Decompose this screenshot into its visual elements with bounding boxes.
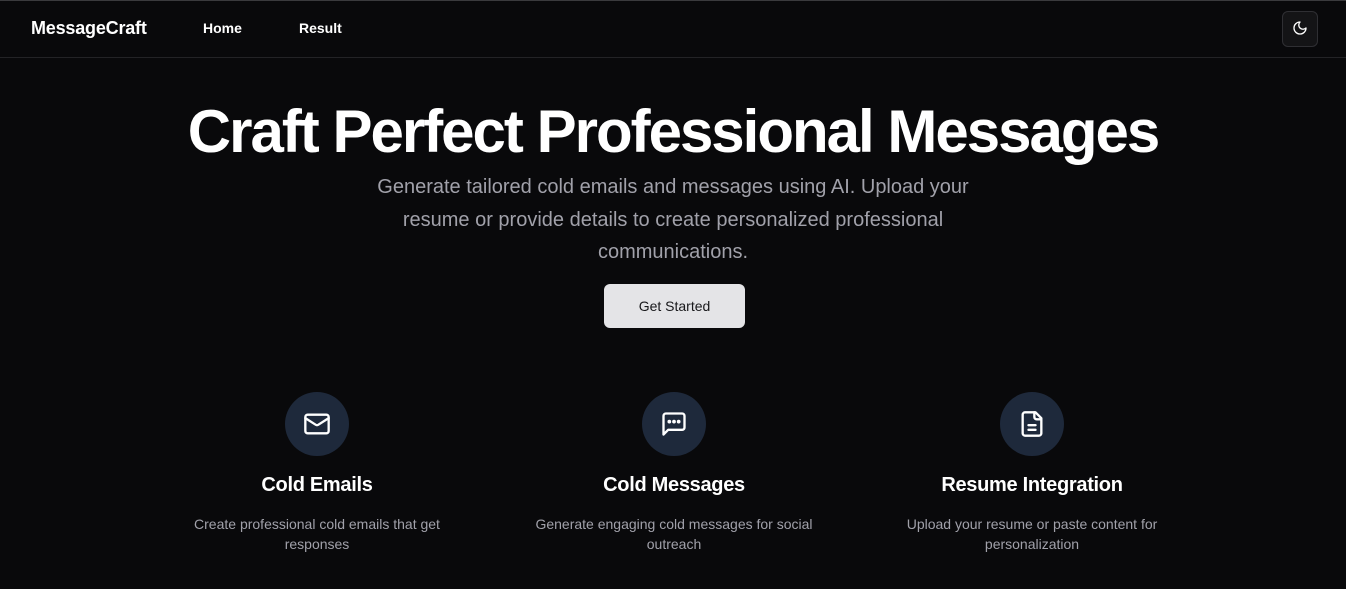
hero-title: Craft Perfect Professional Messages bbox=[187, 98, 1160, 165]
feature-card-resume-integration: Resume Integration Upload your resume or… bbox=[872, 392, 1192, 554]
feature-title: Resume Integration bbox=[941, 474, 1123, 496]
feature-card-cold-messages: Cold Messages Generate engaging cold mes… bbox=[514, 392, 834, 554]
theme-toggle-button[interactable] bbox=[1282, 11, 1318, 47]
nav-link-home[interactable]: Home bbox=[203, 20, 242, 36]
feature-card-cold-emails: Cold Emails Create professional cold ema… bbox=[157, 392, 477, 554]
hero-subtitle: Generate tailored cold emails and messag… bbox=[377, 176, 969, 263]
feature-title: Cold Emails bbox=[261, 474, 373, 496]
feature-description: Generate engaging cold messages for soci… bbox=[535, 516, 813, 552]
feature-description: Upload your resume or paste content for … bbox=[906, 516, 1158, 552]
nav-link-result[interactable]: Result bbox=[299, 20, 342, 36]
feature-description: Create professional cold emails that get… bbox=[194, 516, 440, 552]
message-square-icon bbox=[642, 392, 706, 456]
mail-icon bbox=[285, 392, 349, 456]
get-started-button[interactable]: Get Started bbox=[604, 284, 745, 328]
feature-title: Cold Messages bbox=[603, 474, 745, 496]
brand-logo[interactable]: MessageCraft bbox=[31, 18, 147, 39]
navbar: MessageCraft Home Result bbox=[0, 1, 1346, 58]
moon-icon bbox=[1292, 20, 1308, 39]
file-text-icon bbox=[1000, 392, 1064, 456]
